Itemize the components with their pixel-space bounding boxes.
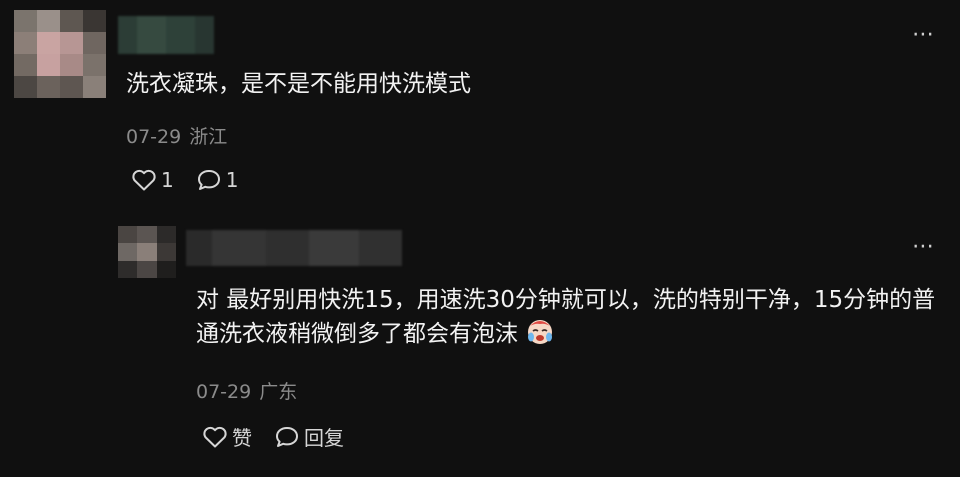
crying-face-emoji-icon [528, 320, 553, 344]
comment-text: 洗衣凝珠，是不是不能用快洗模式 [126, 71, 471, 97]
speech-bubble-icon [197, 170, 220, 190]
like-count: 1 [161, 168, 174, 192]
avatar[interactable] [14, 10, 106, 98]
more-options-icon[interactable]: ⋯ [912, 236, 935, 258]
more-options-icon[interactable]: ⋯ [912, 24, 935, 46]
like-button[interactable]: 赞 [202, 422, 252, 451]
reply-count: 1 [225, 168, 239, 192]
reply-text-content: 对 最好别用快洗15，用速洗30分钟就可以，洗的特别干净，15分钟的普通洗衣液稍… [196, 287, 936, 347]
reply-text: 对 最好别用快洗15，用速洗30分钟就可以，洗的特别干净，15分钟的普通洗衣液稍… [196, 283, 948, 351]
reply-item: ⋯ 对 最好别用快洗15，用速洗30分钟就可以，洗的特别干净，15分钟的普通洗衣… [0, 210, 960, 477]
reply-button[interactable]: 1 [196, 168, 239, 192]
username-blurred[interactable] [118, 16, 214, 54]
comment-meta: 07-29 浙江 [126, 122, 227, 149]
reply-button[interactable]: 回复 [274, 422, 344, 451]
reply-date: 07-29 [196, 381, 252, 403]
like-button[interactable]: 1 [131, 168, 174, 192]
heart-icon [203, 426, 227, 447]
heart-icon [132, 169, 156, 191]
reply-label: 回复 [304, 426, 344, 450]
comment-date: 07-29 [126, 126, 182, 148]
username-blurred[interactable] [186, 230, 402, 266]
comment-actions: 1 1 [131, 168, 260, 192]
comment-item: ⋯ 洗衣凝珠，是不是不能用快洗模式 07-29 浙江 1 1 [0, 0, 960, 210]
reply-meta: 07-29 广东 [196, 377, 297, 404]
reply-location: 广东 [259, 381, 298, 403]
comment-location: 浙江 [189, 126, 228, 148]
like-label: 赞 [232, 426, 252, 450]
avatar[interactable] [118, 226, 176, 278]
speech-bubble-icon [276, 426, 298, 447]
reply-actions: 赞 回复 [202, 422, 366, 451]
